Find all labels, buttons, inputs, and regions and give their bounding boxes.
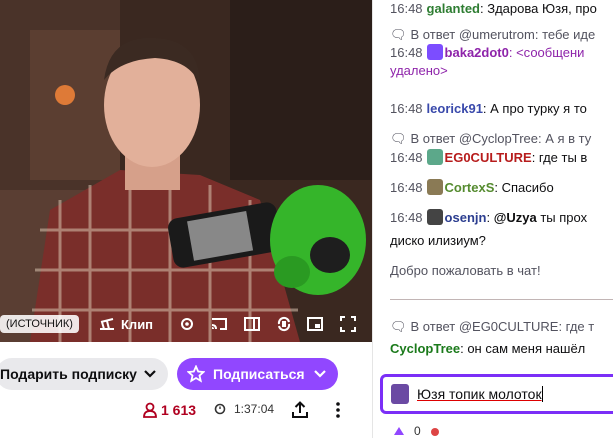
message-time: 16:48 <box>390 150 423 165</box>
chat-bottom-bar: 0 <box>392 424 441 438</box>
message-text: : где ты в <box>531 150 588 165</box>
chat-divider <box>390 299 613 300</box>
more-vertical-icon <box>336 402 340 418</box>
chevron-down-icon <box>144 370 156 378</box>
chat-message: CyclopTree: он сам меня нашёл <box>390 340 585 358</box>
chat-input-text: Юзя топик молоток <box>417 386 542 402</box>
more-options-button[interactable] <box>328 400 348 425</box>
subscribe-button[interactable]: Подписаться <box>177 358 338 390</box>
welcome-message: Добро пожаловать в чат! <box>390 263 541 278</box>
reply-icon: 🗨 <box>390 319 407 334</box>
gear-icon <box>181 318 193 330</box>
reply-context: 🗨 В ответ @CyclopTree: А я в ту <box>390 130 591 148</box>
viewer-icon <box>143 402 157 418</box>
message-continuation: удалено> <box>390 63 448 78</box>
video-player[interactable]: (ИСТОЧНИК) Клип <box>0 0 372 342</box>
cast-button[interactable] <box>210 314 228 334</box>
chat-message: 16:48 galanted: Здарова Юзя, про <box>390 0 597 18</box>
fullscreen-icon <box>340 316 356 332</box>
reply-text: В ответ @CyclopTree: А я в ту <box>410 131 592 146</box>
stream-info-bar <box>0 342 372 438</box>
clip-label: Клип <box>121 316 154 332</box>
bits-count: 0 <box>414 424 421 438</box>
viewer-count-value: 1 613 <box>161 402 197 418</box>
chat-username[interactable]: baka2dot0 <box>445 45 509 60</box>
message-time: 16:48 <box>390 101 423 116</box>
user-badge-icon <box>426 149 443 165</box>
text-caret <box>541 386 543 402</box>
fullscreen-button[interactable] <box>340 314 356 334</box>
chat-message: 16:48 osenjn: @Uzya ты прох <box>390 209 587 227</box>
chat-username[interactable]: galanted <box>427 1 480 16</box>
cast-icon <box>211 318 227 330</box>
clip-button[interactable]: Клип <box>98 314 153 334</box>
clock-icon <box>214 403 226 415</box>
source-badge: (ИСТОЧНИК) <box>0 315 79 333</box>
chat-message: 16:48 CortexS: Спасибо <box>390 179 554 197</box>
user-avatar-icon <box>391 384 409 404</box>
star-icon <box>187 365 205 383</box>
chat-message: 16:48 EG0CULTURE: где ты в <box>390 149 587 167</box>
chat-message: 16:48 baka2dot0: <сообщени <box>390 44 584 62</box>
mini-player-button[interactable] <box>307 314 323 334</box>
reply-context: 🗨 В ответ @EG0CULTURE: где т <box>390 318 594 336</box>
share-icon <box>292 401 308 418</box>
message-text: : <box>486 210 494 225</box>
reply-context: 🗨 В ответ @umerutrom: тебе иде <box>390 26 595 44</box>
mention[interactable]: @Uzya <box>494 210 537 225</box>
message-time: 16:48 <box>390 1 423 16</box>
settings-button[interactable] <box>179 314 195 334</box>
theatre-mode-button[interactable] <box>244 314 260 334</box>
message-text: : А про турку я то <box>482 101 587 116</box>
subscribe-label: Подписаться <box>213 366 305 382</box>
reply-icon: 🗨 <box>390 131 407 146</box>
message-continuation: диско илизиум? <box>390 233 486 248</box>
video-frame <box>0 0 372 342</box>
stream-page: (ИСТОЧНИК) Клип Подарить подписку Подпис… <box>0 0 613 438</box>
mini-player-icon <box>307 317 323 331</box>
chevron-down-icon <box>313 370 326 378</box>
chat-username[interactable]: CortexS <box>445 180 495 195</box>
bits-icon[interactable] <box>392 426 406 436</box>
chat-input[interactable]: Юзя топик молоток <box>380 374 613 414</box>
reply-icon: 🗨 <box>390 27 407 42</box>
chat-message: 16:48 leorick91: А про турку я то <box>390 100 587 118</box>
gift-subscription-label: Подарить подписку <box>0 366 137 382</box>
rotate-button[interactable] <box>276 314 292 334</box>
viewer-count: 1 613 <box>142 402 196 418</box>
message-time: 16:48 <box>390 210 423 225</box>
user-badge-icon <box>426 44 443 60</box>
share-button[interactable] <box>290 400 310 425</box>
message-time: 16:48 <box>390 180 423 195</box>
points-icon[interactable] <box>429 426 441 436</box>
rotate-icon <box>277 316 291 332</box>
chat-username[interactable]: osenjn <box>445 210 487 225</box>
user-badge-icon <box>426 179 443 195</box>
clip-icon <box>100 318 114 330</box>
message-text: : Здарова Юзя, про <box>480 1 597 16</box>
message-time: 16:48 <box>390 45 423 60</box>
chat-username[interactable]: EG0CULTURE <box>445 150 532 165</box>
message-text: : он сам меня нашёл <box>460 341 586 356</box>
gift-subscription-button[interactable]: Подарить подписку <box>0 358 168 390</box>
message-text: ты прох <box>536 210 588 225</box>
reply-text: В ответ @umerutrom: тебе иде <box>410 27 596 42</box>
user-badge-icon <box>426 209 443 225</box>
chat-username[interactable]: leorick91 <box>427 101 483 116</box>
chat-username[interactable]: CyclopTree <box>390 341 460 356</box>
chat-panel: 16:48 galanted: Здарова Юзя, про 🗨 В ответ… <box>372 0 613 438</box>
stream-uptime: 1:37:04 <box>214 402 274 416</box>
message-text: : Спасибо <box>494 180 554 195</box>
uptime-value: 1:37:04 <box>234 402 275 416</box>
theatre-mode-icon <box>244 317 260 331</box>
reply-text: В ответ @EG0CULTURE: где т <box>410 319 595 334</box>
message-text: : <сообщени <box>508 45 585 60</box>
